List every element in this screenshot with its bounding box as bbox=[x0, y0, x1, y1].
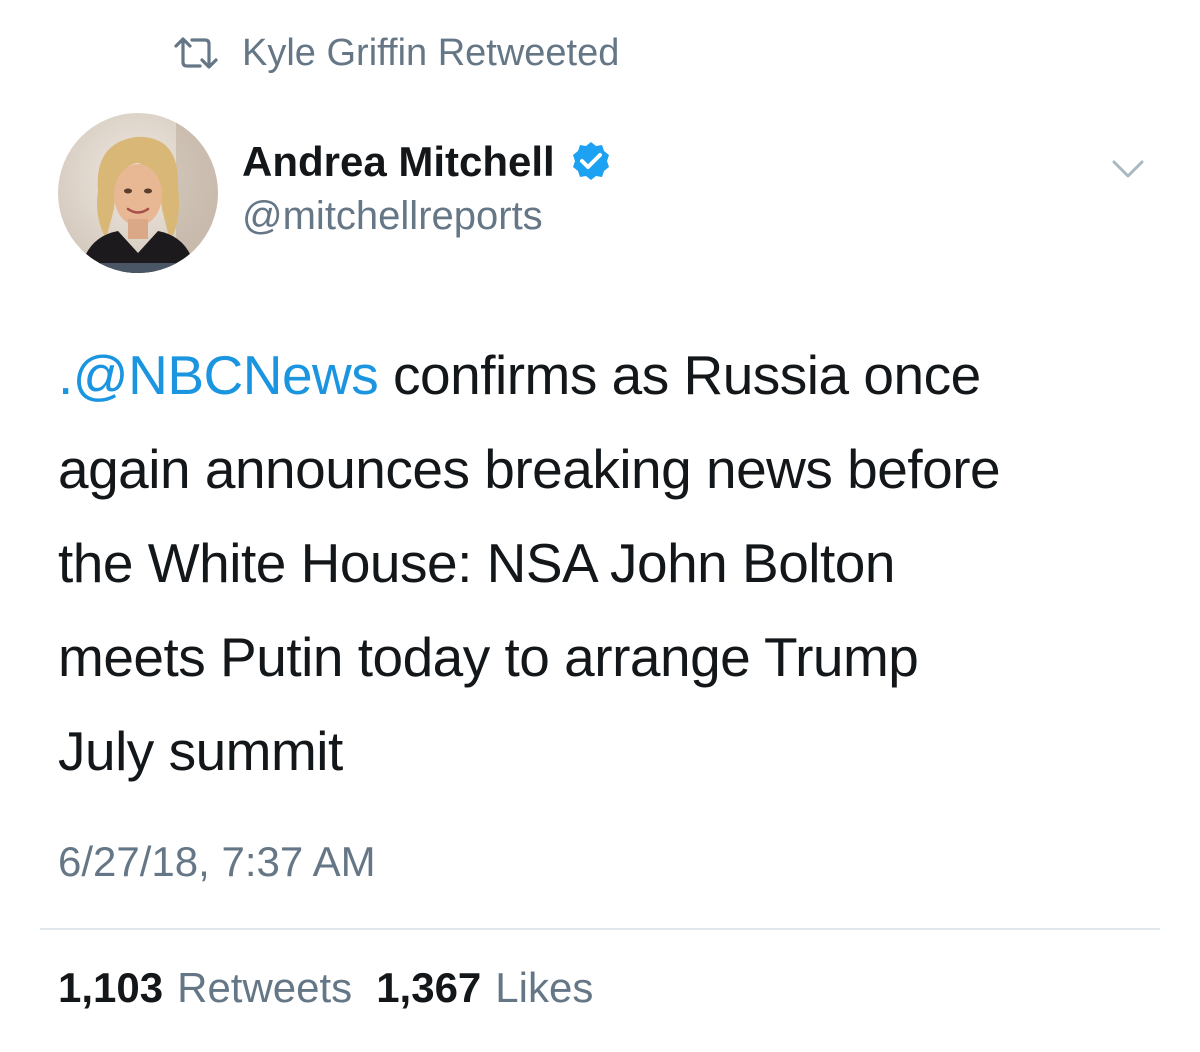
tweet-line: .@NBCNews confirms as Russia once bbox=[58, 328, 1158, 422]
retweet-icon bbox=[172, 33, 220, 73]
tweet-stats: 1,103 Retweets 1,367 Likes bbox=[58, 964, 617, 1012]
chevron-down-icon[interactable] bbox=[1108, 152, 1148, 186]
tweet-text: .@NBCNews confirms as Russia once again … bbox=[58, 328, 1158, 798]
social-context[interactable]: Kyle Griffin Retweeted bbox=[172, 28, 619, 78]
retweets-label[interactable]: Retweets bbox=[177, 964, 352, 1012]
mention-link[interactable]: .@NBCNews bbox=[58, 344, 379, 406]
tweet-timestamp[interactable]: 6/27/18, 7:37 AM bbox=[58, 838, 376, 886]
retweets-count[interactable]: 1,103 bbox=[58, 964, 163, 1012]
tweet-line: the White House: NSA John Bolton bbox=[58, 532, 895, 594]
tweet-line: July summit bbox=[58, 720, 343, 782]
tweet-line: again announces breaking news before bbox=[58, 438, 1001, 500]
verified-badge-icon bbox=[569, 140, 613, 184]
social-context-label: Kyle Griffin Retweeted bbox=[242, 31, 620, 74]
author-name[interactable]: Andrea Mitchell bbox=[242, 138, 613, 186]
tweet-line-text: confirms as Russia once bbox=[378, 344, 981, 406]
avatar[interactable] bbox=[58, 113, 218, 273]
divider bbox=[40, 928, 1160, 930]
tweet-line: meets Putin today to arrange Trump bbox=[58, 626, 919, 688]
author-handle[interactable]: @mitchellreports bbox=[242, 194, 543, 239]
likes-count[interactable]: 1,367 bbox=[376, 964, 481, 1012]
author-name-label: Andrea Mitchell bbox=[242, 138, 555, 185]
likes-label[interactable]: Likes bbox=[495, 964, 593, 1012]
